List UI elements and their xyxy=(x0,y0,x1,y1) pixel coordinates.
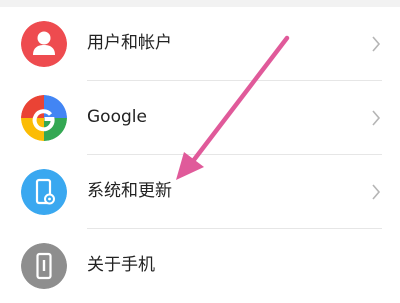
user-account-icon xyxy=(21,21,67,67)
top-divider-strip xyxy=(0,0,400,7)
settings-item-label: 系统和更新 xyxy=(87,181,172,201)
settings-item-about-phone[interactable]: 关于手机 xyxy=(0,229,400,303)
settings-list: 用户和帐户 Google 系统和更新 关于手机 xyxy=(0,7,400,303)
chevron-right-icon xyxy=(372,36,381,52)
about-phone-icon xyxy=(21,243,67,289)
google-icon xyxy=(21,95,67,141)
settings-item-label: 用户和帐户 xyxy=(87,33,172,53)
chevron-right-icon xyxy=(372,184,381,200)
settings-item-label: 关于手机 xyxy=(87,255,155,275)
system-update-icon xyxy=(21,169,67,215)
settings-item-google[interactable]: Google xyxy=(0,81,400,155)
settings-item-user-account[interactable]: 用户和帐户 xyxy=(0,7,400,81)
settings-item-system-update[interactable]: 系统和更新 xyxy=(0,155,400,229)
chevron-right-icon xyxy=(372,110,381,126)
settings-item-label: Google xyxy=(87,107,147,127)
